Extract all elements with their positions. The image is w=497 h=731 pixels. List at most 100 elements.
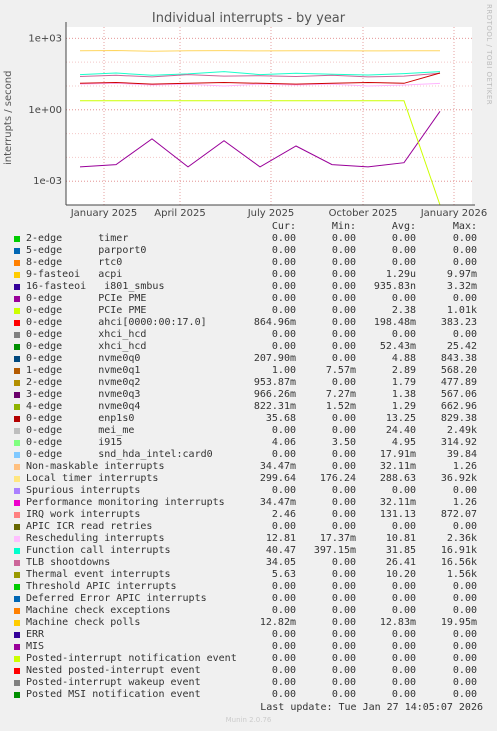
legend-cur: 34.47m [259,461,296,472]
legend-label: Machine check polls [26,617,141,628]
legend-row: Thermal event interrupts 5.63 0.00 10.20 1.5… [0,569,497,581]
legend-cur: 0.00 [271,425,296,436]
legend-swatch [14,404,20,410]
legend-swatch [14,320,20,326]
legend-label: MIS [26,641,45,652]
legend-max: 0.00 [452,521,477,532]
legend-min: 0.00 [331,485,356,496]
legend-min: 0.00 [331,521,356,532]
legend-label: Machine check exceptions [26,605,171,616]
legend-row: 1-edge nvme0q1 1.00 7.57m 2.89 568.20 [0,365,497,377]
legend-swatch [14,572,20,578]
legend-row: 2-edge nvme0q2 953.87m 0.00 1.79 477.89 [0,377,497,389]
legend-cur: 34.47m [259,497,296,508]
legend-label: IRQ work interrupts [26,509,141,520]
legend-min: 0.00 [331,377,356,388]
legend-swatch [14,452,20,458]
legend-max: 383.23 [440,317,477,328]
legend-swatch [14,632,20,638]
legend-row: 0-edge xhci_hcd 0.00 0.00 52.43m 25.42 [0,341,497,353]
legend-cur: 5.63 [271,569,296,580]
legend-cur: 0.00 [271,605,296,616]
legend-row: Spurious interrupts 0.00 0.00 0.00 0.00 [0,485,497,497]
legend-avg: 935.83n [373,281,416,292]
credit: Munin 2.0.76 [225,716,272,724]
legend-label: 0-edge enp1s0 [26,413,135,424]
legend-max: 829.38 [440,413,477,424]
legend-avg: 0.00 [391,521,416,532]
legend-max: 0.00 [452,293,477,304]
legend-row: 0-edge enp1s0 35.68 0.00 13.25 829.38 [0,413,497,425]
legend-avg: 1.38 [391,389,416,400]
legend-swatch [14,368,20,374]
legend-avg: 0.00 [391,677,416,688]
col-cur: Cur: [271,221,296,232]
legend-row: 0-edge mei_me 0.00 0.00 24.40 2.49k [0,425,497,437]
legend-cur: 35.68 [265,413,296,424]
legend-swatch [14,536,20,542]
legend-label: 2-edge nvme0q2 [26,377,141,388]
legend-avg: 0.00 [391,233,416,244]
legend-max: 1.56k [446,569,477,580]
legend-label: 4-edge nvme0q4 [26,401,141,412]
legend-label: 1-edge nvme0q1 [26,365,141,376]
legend-cur: 0.00 [271,245,296,256]
legend-max: 0.00 [452,257,477,268]
legend-avg: 4.95 [391,437,416,448]
legend-row: MIS 0.00 0.00 0.00 0.00 [0,641,497,653]
legend-min: 0.00 [331,449,356,460]
col-min: Min: [331,221,356,232]
legend-min: 0.00 [331,629,356,640]
x-tick-label: January 2026 [420,208,488,219]
legend-avg: 2.38 [391,305,416,316]
legend-label: Rescheduling interrupts [26,533,165,544]
legend-row: Function call interrupts 40.47 397.15m 31.8… [0,545,497,557]
legend-label: APIC ICR read retries [26,521,153,532]
legend-min: 0.00 [331,617,356,628]
legend-max: 9.97m [446,269,477,280]
legend-min: 0.00 [331,329,356,340]
legend-row: Machine check polls 12.82m 0.00 12.83m 19.95… [0,617,497,629]
legend-swatch [14,308,20,314]
legend-min: 0.00 [331,257,356,268]
y-tick-label: 1e-03 [33,176,62,187]
legend-swatch [14,416,20,422]
legend-label: Non-maskable interrupts [26,461,165,472]
legend-row: 2-edge timer 0.00 0.00 0.00 0.00 [0,233,497,245]
legend-swatch [14,332,20,338]
legend-cur: 864.96m [253,317,296,328]
legend-cur: 299.64 [259,473,296,484]
legend-row: Posted-interrupt wakeup event 0.00 0.00 0.0… [0,677,497,689]
legend-row: 0-edge ahci[0000:00:17.0] 864.96m 0.00 198.… [0,317,497,329]
legend-min: 17.37m [319,533,356,544]
legend-label: Local timer interrupts [26,473,159,484]
plot-area [66,27,472,205]
legend-swatch [14,620,20,626]
legend-swatch [14,380,20,386]
legend-avg: 10.20 [385,569,416,580]
legend-max: 2.49k [446,425,477,436]
legend-max: 0.00 [452,653,477,664]
legend-avg: 288.63 [379,473,416,484]
legend-cur: 0.00 [271,521,296,532]
legend-row: Performance monitoring interrupts 34.47m 0… [0,497,497,509]
legend-swatch [14,596,20,602]
legend-cur: 0.00 [271,581,296,592]
legend: Cur: Min: Avg: Max: 2-edge timer 0.00 0.00… [0,221,497,701]
legend-min: 0.00 [331,605,356,616]
legend-cur: 2.46 [271,509,296,520]
legend-swatch [14,644,20,650]
legend-avg: 0.00 [391,257,416,268]
legend-min: 0.00 [331,245,356,256]
series-line [79,49,440,52]
chart-plot: 1e+03 1e+00 1e-03 January 2025 April 2025 Jul… [28,22,488,219]
legend-cur: 0.00 [271,641,296,652]
legend-swatch [14,392,20,398]
legend-swatch [14,272,20,278]
legend-swatch [14,560,20,566]
legend-min: 1.52m [325,401,356,412]
legend-cur: 0.00 [271,341,296,352]
legend-avg: 26.41 [385,557,416,568]
legend-swatch [14,524,20,530]
legend-min: 0.00 [331,341,356,352]
